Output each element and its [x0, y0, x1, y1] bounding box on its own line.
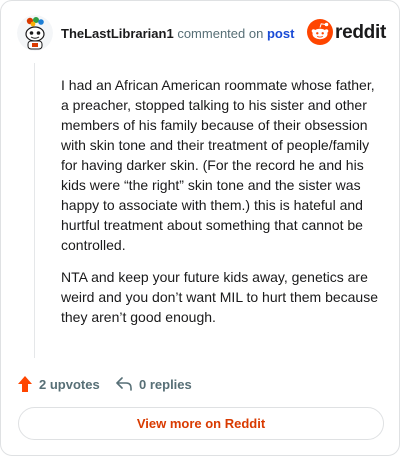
upvote-button[interactable]: 2 upvotes — [17, 373, 100, 395]
upvote-count: 2 upvotes — [39, 376, 100, 392]
reply-arrow-icon — [116, 377, 132, 391]
comment-body: I had an African American roommate whose… — [61, 75, 379, 339]
post-link[interactable]: post — [267, 26, 294, 41]
thread-line — [34, 63, 35, 358]
comment-paragraph: NTA and keep your future kids away, gene… — [61, 269, 378, 325]
reddit-wordmark: reddit — [335, 22, 386, 43]
comment-paragraph: I had an African American roommate whose… — [61, 77, 375, 253]
snoo-avatar-icon — [17, 15, 53, 51]
user-avatar[interactable] — [17, 15, 53, 51]
embedded-comment-card: TheLastLibrarian1 commented on post redd… — [0, 0, 400, 456]
reply-count: 0 replies — [139, 376, 192, 392]
comment-actions: 2 upvotes 0 replies — [17, 373, 377, 395]
username-link[interactable]: TheLastLibrarian1 — [61, 26, 174, 41]
comment-attribution: TheLastLibrarian1 commented on post — [61, 26, 294, 41]
action-text: commented on — [177, 26, 264, 41]
upvote-arrow-icon — [18, 376, 32, 392]
comment-header: TheLastLibrarian1 commented on post redd… — [17, 15, 386, 55]
reply-button[interactable]: 0 replies — [115, 373, 192, 395]
view-more-on-reddit-button[interactable]: View more on Reddit — [18, 407, 384, 440]
reddit-snoo-icon — [307, 19, 333, 45]
reddit-logo[interactable]: reddit — [307, 19, 386, 47]
